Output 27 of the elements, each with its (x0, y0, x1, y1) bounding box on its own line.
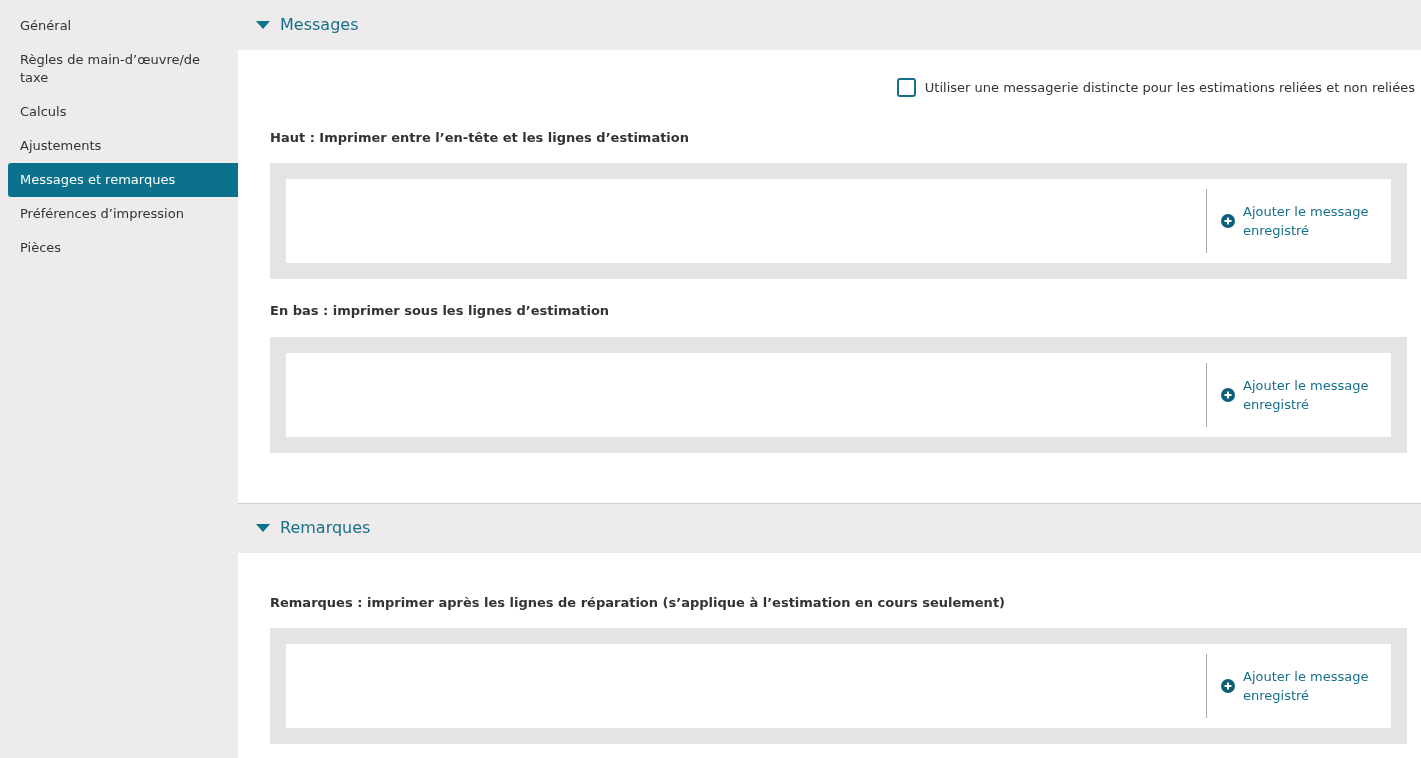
add-saved-message-button[interactable]: Ajouter le message enregistré (1221, 667, 1369, 705)
section-title: Remarques (280, 517, 371, 539)
message-field[interactable]: Ajouter le message enregistré (286, 644, 1391, 728)
message-field[interactable]: Ajouter le message enregistré (286, 352, 1391, 437)
sidebar-item[interactable]: Ajustements (8, 129, 238, 163)
section-header[interactable]: Remarques (238, 502, 1421, 553)
field-label: En bas : imprimer sous les lignes d’estimation (270, 302, 611, 320)
field-label: Haut : Imprimer entre l’en-tête et les lignes d’estimation (270, 128, 690, 147)
sidebar-item[interactable]: Calculs (8, 95, 238, 129)
plus-circle-icon (1221, 679, 1235, 693)
section-header[interactable]: Messages (238, 0, 1421, 50)
checkbox[interactable] (896, 78, 916, 98)
plus-circle-icon (1221, 387, 1235, 402)
message-field[interactable]: Ajouter le message enregistré (286, 179, 1391, 263)
sidebar-item[interactable]: Préférences d’impression (8, 197, 238, 231)
field-label: Remarques : imprimer après les lignes de réparation (s’applique à l’estimation en cours seulement) (270, 593, 1007, 612)
sidebar-item[interactable]: Pièces (8, 231, 238, 265)
caret-icon (256, 21, 270, 29)
plus-circle-icon (1221, 214, 1235, 228)
sidebar-item[interactable]: Général (8, 9, 238, 43)
add-saved-message-button[interactable]: Ajouter le message enregistré (1221, 375, 1369, 414)
section-title: Messages (280, 14, 359, 36)
sidebar-item[interactable]: Messages et remarques (8, 163, 238, 197)
checkbox-label: Utiliser une messagerie distincte pour les estimations reliées et non reliées (924, 79, 1415, 97)
caret-icon (256, 524, 270, 532)
add-saved-message-button[interactable]: Ajouter le message enregistré (1221, 202, 1369, 240)
sidebar-item[interactable]: Règles de main-d’œuvre/de taxe (8, 43, 238, 95)
